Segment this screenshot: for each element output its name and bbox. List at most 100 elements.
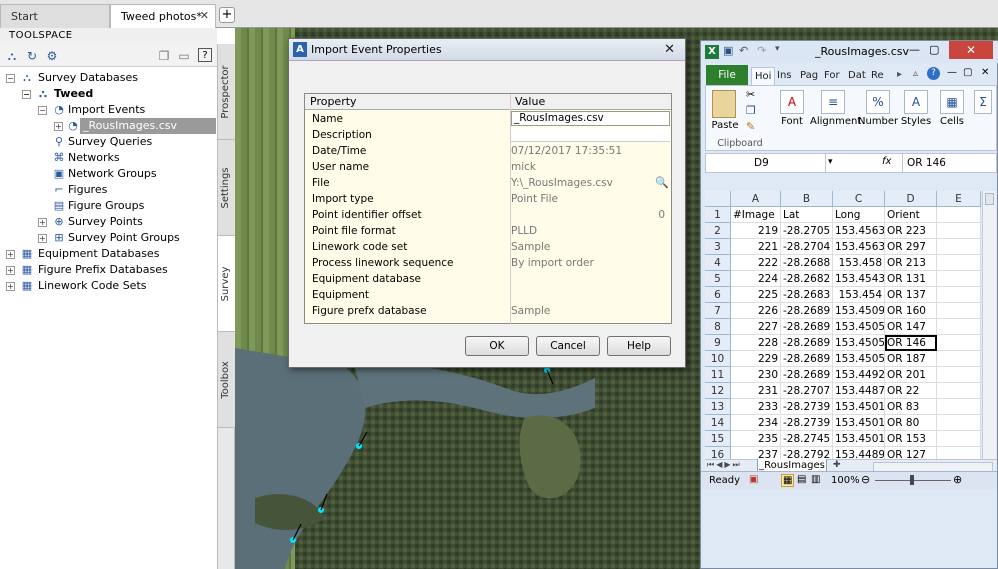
grid-cell[interactable]: 153.458 (833, 255, 885, 271)
survey-db-icon[interactable]: ⛬ (4, 48, 20, 64)
close-icon[interactable]: ✕ (664, 42, 675, 57)
tab-review[interactable]: Re (868, 67, 887, 85)
macro-record-icon[interactable]: ▣ (749, 474, 758, 485)
grid-cell[interactable] (937, 207, 981, 223)
grid-cell[interactable]: 153.4563 (833, 223, 885, 239)
minimize-icon[interactable]: — (909, 43, 920, 56)
tree-figure-prefix-databases[interactable]: + ▦ Figure Prefix Databases (6, 262, 216, 278)
grid-cell[interactable]: OR 137 (885, 287, 937, 303)
zoom-in-icon[interactable]: ⊕ (953, 473, 962, 486)
tab-insert[interactable]: Ins (774, 67, 795, 85)
help-button[interactable]: Help (607, 336, 671, 356)
grid-cell[interactable]: 234 (731, 415, 781, 431)
grid-cell[interactable]: 153.4501 (833, 415, 885, 431)
grid-cell[interactable]: 227 (731, 319, 781, 335)
grid-cell[interactable]: -28.2689 (781, 367, 833, 383)
grid-cell[interactable]: OR 83 (885, 399, 937, 415)
tree-networks[interactable]: ⌘ Networks (52, 150, 216, 166)
tree-network-groups[interactable]: ▣ Network Groups (52, 166, 216, 182)
styles-group[interactable]: A Styles (898, 86, 934, 150)
editing-group[interactable]: Σ (972, 86, 994, 150)
grid-cell[interactable]: -28.2689 (781, 303, 833, 319)
grid-cell[interactable]: Lat (781, 207, 833, 223)
grid-cell[interactable]: -28.2792 (781, 447, 833, 459)
grid-cell[interactable]: 153.4505 (833, 319, 885, 335)
excel-title-bar[interactable]: X ▣ ↶ ↷ ▾ _RousImages.csv — ▢ ✕ (701, 41, 998, 63)
expand-icon[interactable]: + (54, 122, 63, 131)
grid-cell[interactable] (937, 239, 981, 255)
grid-cell[interactable]: -28.2704 (781, 239, 833, 255)
grid-cell[interactable]: 153.4489 (833, 447, 885, 459)
copy-icon[interactable]: ❐ (746, 104, 756, 117)
tab-data[interactable]: Dat (845, 67, 869, 85)
expand-icon[interactable]: + (38, 218, 47, 227)
grid-cell[interactable]: 153.4543 (833, 271, 885, 287)
grid-cell[interactable] (937, 431, 981, 447)
refresh-icon[interactable]: ↻ (24, 48, 40, 64)
row-header[interactable]: 14 (705, 415, 731, 431)
close-icon[interactable]: ✕ (200, 9, 209, 22)
column-header[interactable]: B (781, 191, 833, 207)
grid-cell[interactable] (937, 383, 981, 399)
grid-cell[interactable] (937, 255, 981, 271)
tab-formulas[interactable]: For (821, 67, 843, 85)
grid-cell[interactable] (937, 303, 981, 319)
expand-icon[interactable]: + (6, 250, 15, 259)
grid-cell[interactable] (937, 271, 981, 287)
grid-cell[interactable] (937, 287, 981, 303)
select-all-corner[interactable] (705, 191, 731, 207)
grid-cell[interactable]: OR 160 (885, 303, 937, 319)
grid-cell[interactable]: -28.2705 (781, 223, 833, 239)
grid-cell[interactable] (937, 223, 981, 239)
grid-cell[interactable]: -28.2689 (781, 351, 833, 367)
row-header[interactable]: 12 (705, 383, 731, 399)
alignment-group[interactable]: ≡ Alignment (810, 86, 861, 150)
tree-survey-point-groups[interactable]: + ⊞ Survey Point Groups (38, 230, 216, 246)
grid-cell[interactable] (937, 367, 981, 383)
restore-icon[interactable]: ▢ (929, 43, 939, 56)
scroll-tabs-icon[interactable]: ▸ (897, 69, 902, 80)
tree-survey-queries[interactable]: ⚲ Survey Queries (52, 134, 216, 150)
row-header[interactable]: 13 (705, 399, 731, 415)
row-header[interactable]: 9 (705, 335, 731, 351)
grid-cell[interactable]: -28.2683 (781, 287, 833, 303)
row-header[interactable]: 11 (705, 367, 731, 383)
expand-icon[interactable]: + (38, 234, 47, 243)
add-tab-button[interactable]: + (219, 7, 235, 23)
grid-cell[interactable] (937, 415, 981, 431)
grid-cell[interactable]: 231 (731, 383, 781, 399)
grid-cell[interactable]: 233 (731, 399, 781, 415)
grid-cell[interactable] (937, 335, 981, 351)
grid-cell[interactable] (937, 319, 981, 335)
grid-cell[interactable]: 229 (731, 351, 781, 367)
tab-tweed-photos[interactable]: Tweed photos* ✕ (110, 4, 216, 28)
zoom-out-icon[interactable]: ⊖ (861, 473, 870, 486)
file-tab[interactable]: File (706, 65, 748, 85)
grid-cell[interactable]: Orient (885, 207, 937, 223)
grid-cell[interactable]: OR 213 (885, 255, 937, 271)
redo-icon[interactable]: ↷ (757, 44, 766, 57)
grid-cell[interactable]: 230 (731, 367, 781, 383)
grid-cell[interactable]: -28.2682 (781, 271, 833, 287)
expand-icon[interactable]: + (6, 282, 15, 291)
tab-page-layout[interactable]: Pag (797, 67, 821, 85)
description-field[interactable] (511, 127, 670, 142)
undo-icon[interactable]: ↶ (739, 44, 748, 57)
settings-icon[interactable]: ⚙ (44, 48, 60, 64)
name-box[interactable]: D9 (706, 154, 826, 172)
formula-input[interactable]: OR 146 (902, 154, 996, 172)
grid-cell[interactable]: 153.4563 (833, 239, 885, 255)
expand-icon[interactable]: + (6, 266, 15, 275)
grid-cell[interactable]: 153.454 (833, 287, 885, 303)
grid-cell[interactable]: OR 153 (885, 431, 937, 447)
name-box-dropdown-icon[interactable]: ▾ (828, 157, 833, 167)
grid-cell[interactable]: -28.2689 (781, 335, 833, 351)
row-header[interactable]: 15 (705, 431, 731, 447)
grid-cell[interactable]: OR 80 (885, 415, 937, 431)
grid-cell[interactable]: OR 223 (885, 223, 937, 239)
grid-cell[interactable]: OR 127 (885, 447, 937, 459)
property-row-description[interactable]: Description (305, 127, 671, 143)
tab-prospector[interactable]: Prospector (218, 44, 235, 140)
grid-cell[interactable]: 225 (731, 287, 781, 303)
name-field[interactable]: _RousImages.csv (511, 111, 670, 126)
